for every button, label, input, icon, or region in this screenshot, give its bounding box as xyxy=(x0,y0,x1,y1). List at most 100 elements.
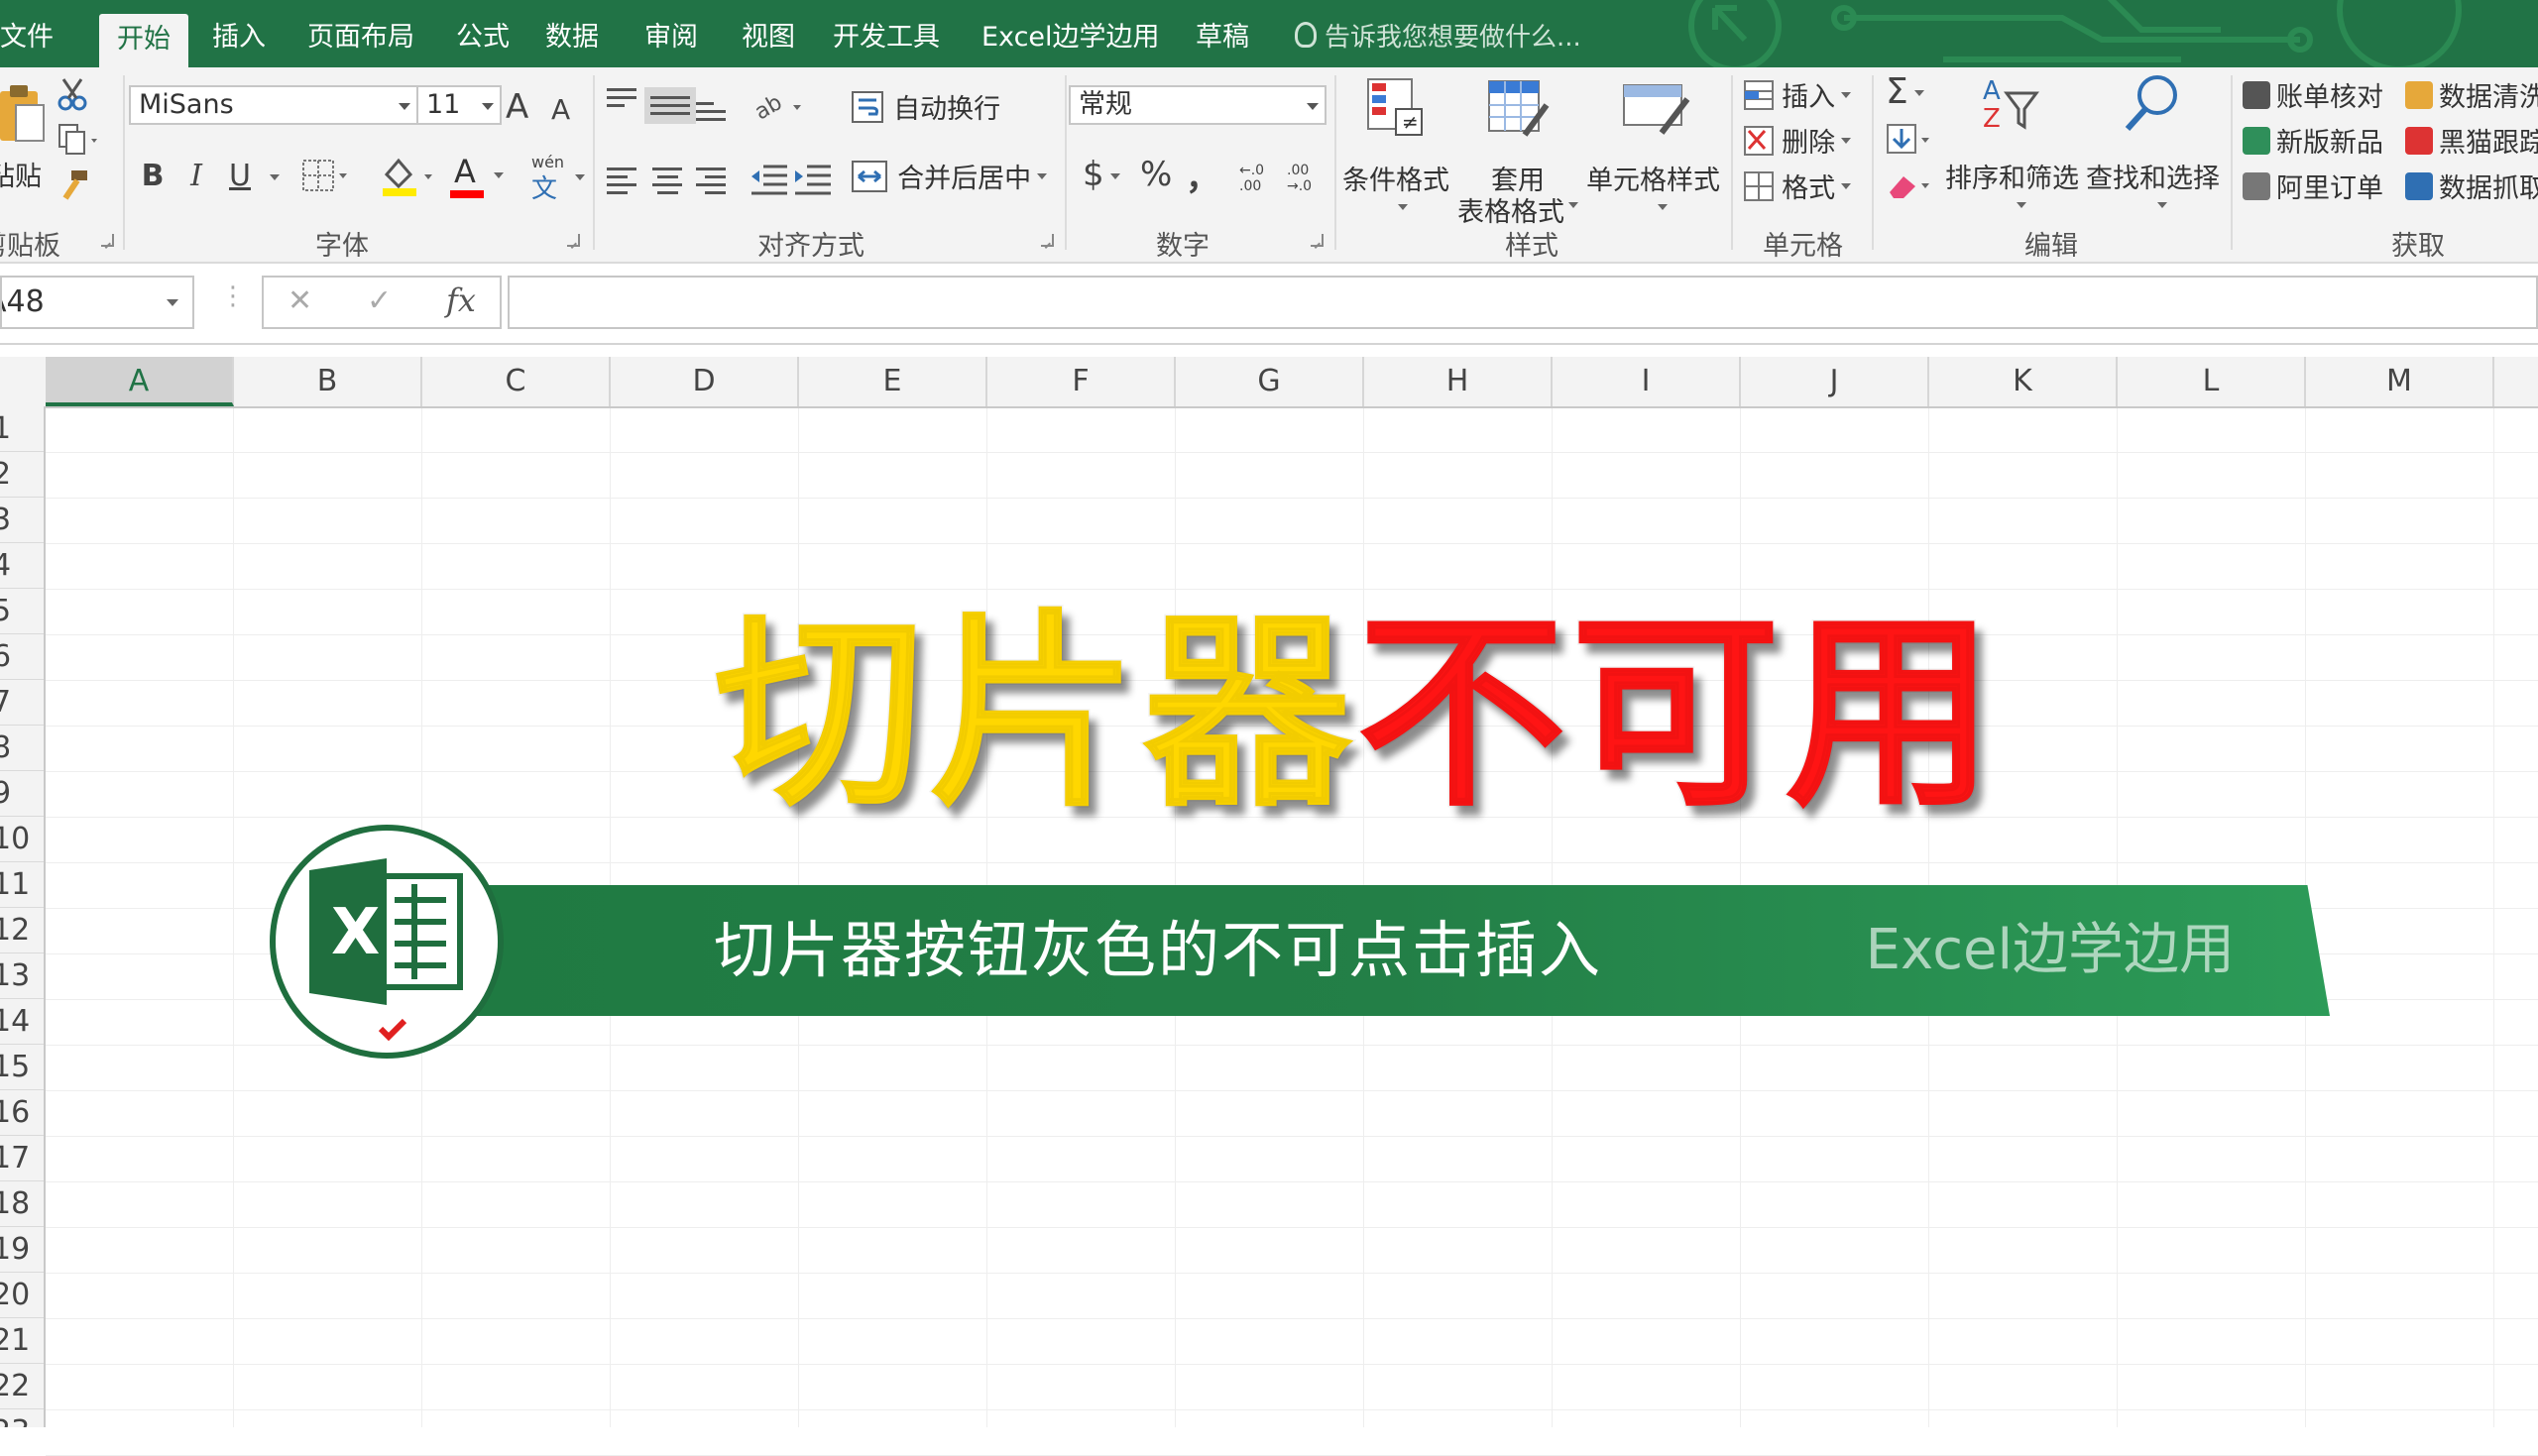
row-header-7[interactable]: 7 xyxy=(0,680,44,726)
column-header-C[interactable]: C xyxy=(422,357,611,406)
shrink-font-button[interactable]: A xyxy=(551,93,570,126)
row-header-12[interactable]: 12 xyxy=(0,908,44,953)
row-header-23[interactable]: 23 xyxy=(0,1409,44,1427)
tab-10[interactable]: 草稿 xyxy=(1196,14,1249,65)
align-right-button[interactable] xyxy=(696,163,726,199)
format-as-table-button[interactable]: 套用 表格格式 xyxy=(1457,77,1580,228)
align-center-button[interactable] xyxy=(652,163,682,199)
column-header-F[interactable]: F xyxy=(987,357,1176,406)
tab-5[interactable]: 数据 xyxy=(545,14,599,65)
align-middle-button[interactable] xyxy=(644,87,696,124)
merge-center-button[interactable]: 合并后居中 xyxy=(851,157,1048,196)
currency-button[interactable]: $ xyxy=(1083,155,1120,194)
tab-0[interactable]: 文件 xyxy=(0,14,54,65)
cancel-button[interactable]: ✕ xyxy=(288,283,312,318)
insert-cells-button[interactable]: 插入 xyxy=(1743,75,1852,114)
row-header-14[interactable]: 14 xyxy=(0,999,44,1045)
tab-7[interactable]: 视图 xyxy=(742,14,795,65)
row-header-4[interactable]: 4 xyxy=(0,543,44,589)
addin-item-4[interactable]: 黑猫跟踪 xyxy=(2405,121,2538,160)
increase-decimal-button[interactable]: ←.0 .00 xyxy=(1239,163,1279,194)
wrap-text-button[interactable]: 自动换行 xyxy=(851,87,1000,127)
increase-indent-icon[interactable] xyxy=(793,163,833,196)
tab-1[interactable]: 开始 xyxy=(99,14,188,67)
font-color-button[interactable]: A xyxy=(448,153,508,200)
decrease-indent-icon[interactable] xyxy=(750,163,789,196)
tab-8[interactable]: 开发工具 xyxy=(833,14,940,65)
font-launcher[interactable] xyxy=(567,234,580,247)
column-header-L[interactable]: L xyxy=(2118,357,2306,406)
column-header-M[interactable]: M xyxy=(2306,357,2494,406)
column-header-H[interactable]: H xyxy=(1364,357,1553,406)
row-header-15[interactable]: 15 xyxy=(0,1045,44,1090)
row-header-5[interactable]: 5 xyxy=(0,589,44,634)
row-header-10[interactable]: 10 xyxy=(0,817,44,862)
autosum-button[interactable]: Σ xyxy=(1886,71,1924,112)
column-header-E[interactable]: E xyxy=(799,357,987,406)
align-left-button[interactable] xyxy=(607,163,636,199)
conditional-formatting-button[interactable]: ≠ 条件格式 xyxy=(1342,77,1453,216)
addin-item-5[interactable]: 数据抓取 xyxy=(2405,167,2538,205)
font-name-combo[interactable]: MiSans xyxy=(129,85,418,125)
row-header-11[interactable]: 11 xyxy=(0,862,44,908)
chevron-down-icon[interactable] xyxy=(270,174,280,180)
row-header-22[interactable]: 22 xyxy=(0,1364,44,1409)
name-box[interactable]: A48 xyxy=(0,276,194,329)
row-header-20[interactable]: 20 xyxy=(0,1273,44,1318)
row-header-18[interactable]: 18 xyxy=(0,1181,44,1227)
cut-icon[interactable] xyxy=(58,77,87,111)
tab-9[interactable]: Excel边学边用 xyxy=(981,14,1160,65)
align-bottom-button[interactable] xyxy=(696,97,726,126)
row-header-19[interactable]: 19 xyxy=(0,1227,44,1273)
addin-item-3[interactable]: 数据清洗 xyxy=(2405,75,2538,114)
align-top-button[interactable] xyxy=(607,83,636,112)
paste-button[interactable]: 粘贴 xyxy=(0,73,52,212)
column-header-A[interactable]: A xyxy=(46,357,234,406)
orientation-icon[interactable]: ab xyxy=(753,91,809,123)
percent-button[interactable]: % xyxy=(1140,155,1172,194)
sort-filter-button[interactable]: A Z 排序和筛选 xyxy=(1945,73,2082,222)
fill-down-icon[interactable] xyxy=(1886,123,1933,157)
eraser-icon[interactable] xyxy=(1886,168,1933,202)
decrease-decimal-button[interactable]: .00 →.0 xyxy=(1287,163,1327,194)
addin-item-2[interactable]: 阿里订单 xyxy=(2243,167,2383,205)
row-header-1[interactable]: 1 xyxy=(0,406,44,452)
italic-button[interactable]: I xyxy=(178,155,214,198)
row-header-13[interactable]: 13 xyxy=(0,953,44,999)
column-header-D[interactable]: D xyxy=(611,357,799,406)
format-painter-icon[interactable] xyxy=(58,168,91,202)
delete-cells-button[interactable]: 删除 xyxy=(1743,121,1852,160)
tab-4[interactable]: 公式 xyxy=(456,14,510,65)
addin-item-1[interactable]: 新版新品 xyxy=(2243,121,2383,160)
row-header-16[interactable]: 16 xyxy=(0,1090,44,1136)
column-header-J[interactable]: J xyxy=(1741,357,1929,406)
tab-2[interactable]: 插入 xyxy=(212,14,266,65)
alignment-launcher[interactable] xyxy=(1041,234,1054,247)
grow-font-button[interactable]: A xyxy=(506,87,528,127)
fill-color-icon[interactable] xyxy=(381,155,440,198)
comma-button[interactable]: ， xyxy=(1186,151,1219,199)
clipboard-launcher[interactable] xyxy=(101,234,114,247)
addin-item-0[interactable]: 账单核对 xyxy=(2243,75,2383,114)
phonetic-button[interactable]: wén 文 xyxy=(527,153,587,204)
underline-button[interactable]: U xyxy=(222,155,258,198)
format-cells-button[interactable]: 格式 xyxy=(1743,167,1852,205)
borders-icon[interactable] xyxy=(301,159,349,192)
bold-button[interactable]: B xyxy=(135,155,171,198)
number-format-combo[interactable]: 常规 xyxy=(1069,85,1327,125)
row-header-9[interactable]: 9 xyxy=(0,771,44,817)
copy-icon[interactable] xyxy=(58,123,101,157)
insert-function-button[interactable]: fx xyxy=(446,281,476,319)
row-header-6[interactable]: 6 xyxy=(0,634,44,680)
tab-3[interactable]: 页面布局 xyxy=(307,14,414,65)
enter-button[interactable]: ✓ xyxy=(367,283,392,318)
tell-me-search[interactable]: 告诉我您想要做什么... xyxy=(1295,14,1581,65)
find-select-button[interactable]: 查找和选择 xyxy=(2086,73,2223,222)
font-size-combo[interactable]: 11 xyxy=(416,85,502,125)
row-header-8[interactable]: 8 xyxy=(0,726,44,771)
column-header-K[interactable]: K xyxy=(1929,357,2118,406)
cell-styles-button[interactable]: 单元格样式 xyxy=(1586,77,1725,216)
formula-input[interactable] xyxy=(508,276,2538,329)
tab-6[interactable]: 审阅 xyxy=(644,14,698,65)
row-header-17[interactable]: 17 xyxy=(0,1136,44,1181)
